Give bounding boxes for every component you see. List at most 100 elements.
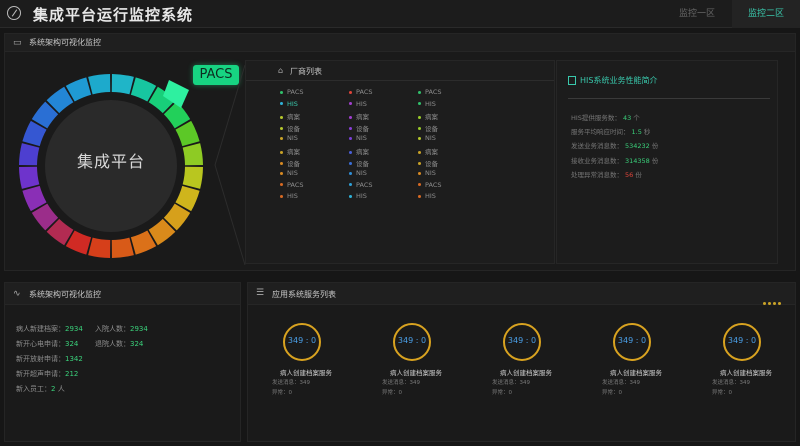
service-name: 病人创建档案服务	[500, 369, 552, 377]
status-dot-icon	[349, 90, 352, 94]
status-dot-icon	[418, 171, 421, 175]
pager-dot[interactable]	[773, 302, 776, 305]
his-stat-value: 1.5	[631, 128, 642, 137]
vendor-item[interactable]: HIS	[349, 100, 367, 108]
vendor-item[interactable]: 设备	[418, 158, 438, 168]
status-dot-icon	[280, 194, 283, 198]
vendor-item[interactable]: 病案	[280, 146, 300, 156]
vendor-item[interactable]: 病案	[418, 111, 438, 121]
tab-monitor-zone-1[interactable]: 监控一区	[662, 0, 732, 28]
vendor-item[interactable]: 病案	[349, 146, 369, 156]
ring-segment[interactable]	[88, 237, 111, 258]
vendor-list-panel: ⌂ 厂商列表 PACS HIS 病案 设备 NIS 病案 设备 NIS PACS HIS PACS H…	[245, 60, 555, 264]
service-card[interactable]: 349 : 0 病人创建档案服务发送消息：349 异常：0	[590, 323, 682, 413]
service-error-count: 异常：0	[492, 390, 512, 396]
vendor-item-label: 设备	[425, 124, 438, 133]
ring-segment[interactable]	[111, 237, 134, 258]
his-stat-unit: 份	[635, 170, 642, 179]
service-sent-count: 发送消息：349	[272, 380, 310, 386]
connector-lines	[214, 64, 246, 266]
vendor-item[interactable]: NIS	[280, 134, 298, 142]
pager-dot[interactable]	[778, 302, 781, 305]
service-name: 病人创建档案服务	[720, 369, 772, 377]
vendor-item[interactable]: 设备	[280, 158, 300, 168]
service-sent-count: 发送消息：349	[602, 380, 640, 386]
his-stat-label: 处理异常消息数：	[571, 170, 623, 179]
status-dot-icon	[280, 102, 283, 106]
service-name: 病人创建档案服务	[610, 369, 662, 377]
status-dot-icon	[280, 171, 283, 175]
vendor-item[interactable]: NIS	[418, 169, 436, 177]
vendor-item[interactable]: PACS	[280, 181, 304, 189]
vendor-item[interactable]: NIS	[349, 134, 367, 142]
vendor-item[interactable]: NIS	[280, 169, 298, 177]
pager-dots[interactable]	[761, 290, 781, 309]
vendor-item[interactable]: HIS	[280, 100, 298, 108]
vendor-item[interactable]: 病案	[280, 111, 300, 121]
his-stat-value: 43	[622, 114, 632, 122]
vendor-item-label: 设备	[287, 159, 300, 168]
vendor-item[interactable]: HIS	[280, 192, 298, 200]
vendor-item-label: NIS	[287, 169, 298, 178]
status-dot-icon	[280, 150, 283, 154]
bottom-stats-header: ∿ 系统架构可视化监控	[5, 283, 240, 305]
services-panel: ☰ 应用系统服务列表 349 : 0 病人创建档案服务 发送消息：349 异常：0 34…	[247, 282, 796, 442]
service-gauge-value: 349 : 0	[727, 336, 757, 345]
vendor-item-label: PACS	[356, 180, 373, 189]
vendor-item[interactable]: PACS	[349, 88, 373, 96]
vendor-item[interactable]: 设备	[349, 123, 369, 133]
his-stat-unit: 个	[633, 114, 640, 122]
service-card[interactable]: 349 : 0 病人创建档案服务 发送消息：349 异常：0	[260, 323, 352, 413]
pager-dot[interactable]	[768, 302, 771, 305]
vendor-item[interactable]: PACS	[349, 181, 373, 189]
status-dot-icon	[349, 183, 352, 187]
pager-dot[interactable]	[763, 302, 766, 305]
vendor-item[interactable]: HIS	[418, 192, 436, 200]
vendor-item-label: 病案	[287, 148, 300, 156]
vendor-item[interactable]: PACS	[418, 88, 442, 96]
service-card[interactable]: 349 : 0 病人创建档案服务发送消息：349 异常：0	[700, 323, 792, 413]
ring-segment[interactable]	[111, 74, 134, 95]
service-sent-count: 发送消息：349	[382, 380, 420, 386]
his-performance-title: HIS系统业务性能简介	[580, 76, 658, 85]
vendor-item-label: NIS	[356, 169, 367, 178]
service-card[interactable]: 349 : 0 病人创建档案服务 发送消息：349 异常：0	[370, 323, 462, 413]
vendor-item-label: NIS	[356, 134, 367, 143]
status-dot-icon	[349, 162, 352, 166]
vendor-item[interactable]: 病案	[349, 111, 369, 121]
status-dot-icon	[418, 136, 421, 140]
vendor-item[interactable]: NIS	[418, 134, 436, 142]
service-gauge-value: 349 : 0	[617, 336, 647, 345]
status-dot-icon	[349, 136, 352, 140]
service-error-count: 异常：0	[712, 390, 732, 396]
service-sent-count: 发送消息：349	[712, 380, 750, 386]
vendor-item[interactable]: PACS	[418, 181, 442, 189]
enrollment-stat: 病人新建档案：2934	[16, 324, 83, 334]
vendor-item[interactable]: HIS	[349, 192, 367, 200]
vendor-item[interactable]: HIS	[418, 100, 436, 108]
vendor-item[interactable]: PACS	[280, 88, 304, 96]
bottom-stats-title: 系统架构可视化监控	[29, 290, 101, 299]
vendor-item[interactable]: 设备	[280, 123, 300, 133]
his-stat-row: HIS提供服务数： 43 个	[571, 112, 640, 122]
stat-unit: 人	[57, 385, 65, 393]
stat-label: 新开心电申请：	[16, 340, 65, 348]
status-dot-icon	[418, 183, 421, 187]
enrollment-stat: 退院人数：324	[95, 339, 143, 349]
ring-segment[interactable]	[88, 74, 111, 95]
vendor-item[interactable]: 病案	[418, 146, 438, 156]
vendor-item-label: 病案	[425, 113, 438, 122]
service-name: 病人创建档案服务	[280, 369, 332, 377]
vendor-item[interactable]: 设备	[418, 123, 438, 133]
divider	[568, 98, 770, 99]
vendor-item[interactable]: NIS	[349, 169, 367, 177]
service-card[interactable]: 349 : 0 病人创建档案服务 发送消息：349 异常：0	[480, 323, 572, 413]
vendor-list-title: 厂商列表	[290, 67, 322, 76]
status-dot-icon	[349, 102, 352, 106]
tab-monitor-zone-2[interactable]: 监控二区	[732, 0, 800, 28]
vendor-item[interactable]: 设备	[349, 158, 369, 168]
service-error-count: 异常：0	[602, 390, 622, 396]
home-icon: ⌂	[278, 66, 284, 75]
architecture-panel-header: ▭ 系统架构可视化监控	[5, 34, 795, 52]
stat-value: 324	[65, 340, 79, 348]
